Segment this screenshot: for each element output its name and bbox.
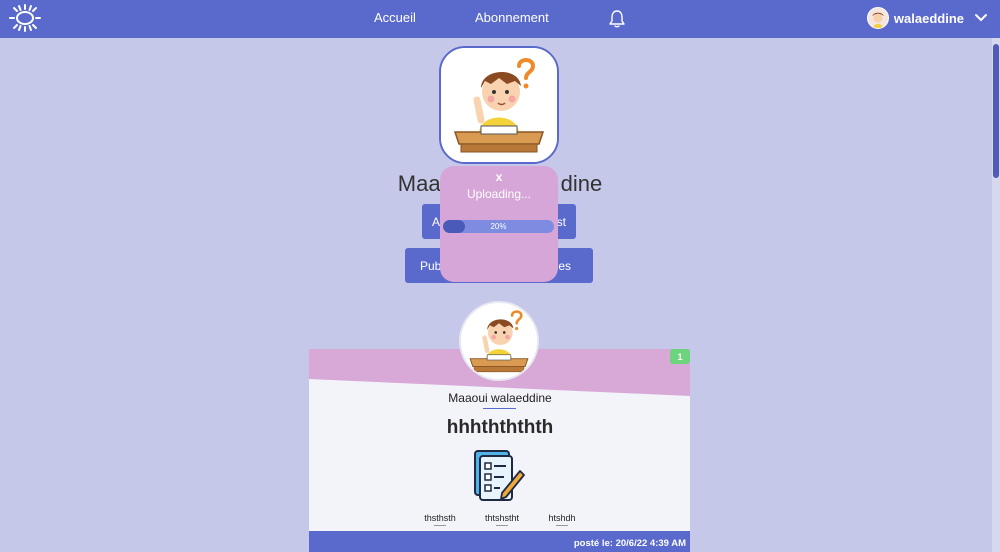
publications-button-label-right: es xyxy=(558,259,571,273)
post-count-badge: 1 xyxy=(670,349,690,364)
publications-button-label-left: Pub xyxy=(420,259,442,273)
post-tag[interactable]: thtshstht xyxy=(476,513,528,523)
tag-underline xyxy=(556,525,568,526)
avatar xyxy=(866,7,889,29)
post-tag[interactable]: htshdh xyxy=(537,513,587,523)
nav-link-accueil[interactable]: Accueil xyxy=(374,10,416,25)
post-date: posté le: 20/6/22 4:39 AM xyxy=(573,538,686,549)
upload-status: Uploading... xyxy=(466,187,532,201)
bell-icon[interactable] xyxy=(607,9,627,29)
scrollbar-thumb[interactable] xyxy=(993,44,999,178)
user-menu[interactable]: walaeddine xyxy=(866,6,988,30)
close-button[interactable]: x xyxy=(440,170,558,184)
post-author-name[interactable]: Maaoui walaeddine xyxy=(400,391,600,405)
upload-progress-label: 20% xyxy=(490,222,507,231)
upload-progress-bar: 20% xyxy=(443,220,554,233)
author-underline xyxy=(483,408,516,409)
profile-action-button-label-right: st xyxy=(556,215,566,229)
tag-underline xyxy=(434,525,446,526)
post-tag[interactable]: thsthsth xyxy=(414,513,466,523)
student-illustration xyxy=(441,48,557,162)
nav-link-abonnement[interactable]: Abonnement xyxy=(475,10,549,25)
sun-logo-icon[interactable] xyxy=(8,3,42,33)
user-name: walaeddine xyxy=(893,10,964,26)
profile-action-button-label-left: A xyxy=(432,215,441,229)
post-author-avatar[interactable] xyxy=(459,301,539,381)
post-title[interactable]: hhhthththth xyxy=(350,417,650,439)
post-footer: posté le: 20/6/22 4:39 AM xyxy=(309,531,690,552)
profile-name-right: dine xyxy=(560,171,603,196)
upload-popup: x Uploading... 20% xyxy=(440,166,558,282)
chevron-down-icon[interactable] xyxy=(974,11,988,25)
profile-picture[interactable] xyxy=(439,46,559,164)
profile-name-left: Maa xyxy=(397,171,441,196)
navbar: Accueil Abonnement walaeddine xyxy=(0,0,1000,38)
checklist-icon xyxy=(474,450,525,501)
tag-underline xyxy=(496,525,508,526)
